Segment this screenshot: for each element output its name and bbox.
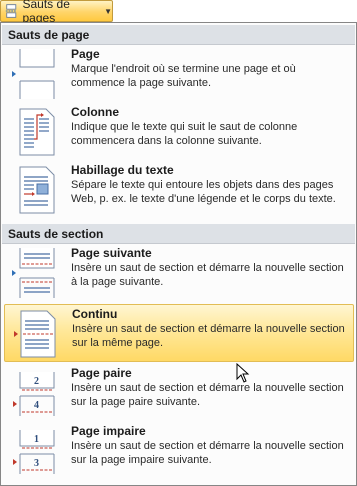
menu-item-continuous[interactable]: Continu Insère un saut de section et dém…: [4, 304, 354, 362]
odd-number-1: 1: [34, 434, 39, 445]
odd-number-3: 3: [34, 458, 39, 469]
menu-item-odd-page[interactable]: 1 3 Page impaire Insère un saut de secti…: [4, 422, 354, 480]
item-description: Insère un saut de section et démarre la …: [71, 440, 344, 466]
page-breaks-dropdown-button[interactable]: Sauts de pages ▼: [0, 0, 113, 25]
item-title: Page suivante: [71, 246, 152, 260]
even-number-4: 4: [34, 400, 39, 411]
menu-item-next-page[interactable]: Page suivante Insère un saut de section …: [4, 244, 354, 302]
odd-page-section-icon: 1 3: [13, 430, 55, 474]
item-description: Sépare le texte qui entoure les objets d…: [71, 179, 336, 205]
section-header-page-breaks: Sauts de page: [2, 25, 355, 45]
item-title: Colonne: [71, 105, 119, 119]
text-wrapping-break-icon: [19, 166, 55, 214]
menu-item-text-wrapping[interactable]: Habillage du texte Sépare le texte qui e…: [4, 161, 354, 219]
page-breaks-icon: [5, 4, 17, 18]
column-break-icon: [19, 108, 55, 156]
mouse-pointer-icon: [236, 363, 250, 383]
menu-item-page[interactable]: Page Marque l'endroit où se termine une …: [4, 45, 354, 103]
item-title: Continu: [72, 307, 118, 321]
page-breaks-menu: Sauts de page Page Marque l'endroit où s…: [0, 22, 357, 486]
item-description: Insère un saut de section et démarre la …: [71, 382, 344, 408]
menu-item-even-page[interactable]: 2 4 Page paire Insère un saut de section…: [4, 364, 354, 422]
item-title: Page: [71, 47, 100, 61]
even-page-section-icon: 2 4: [13, 372, 55, 416]
section-header-section-breaks: Sauts de section: [2, 224, 355, 244]
item-title: Page impaire: [71, 424, 146, 438]
item-description: Marque l'endroit où se termine une page …: [71, 63, 296, 89]
page-break-icon: [12, 49, 55, 99]
item-description: Insère un saut de section et démarre la …: [71, 262, 344, 288]
item-description: Indique que le texte qui suit le saut de…: [71, 121, 298, 147]
next-page-section-icon: [12, 248, 55, 298]
even-number-2: 2: [34, 376, 39, 387]
item-title: Page paire: [71, 366, 132, 380]
continuous-section-icon: [14, 310, 56, 358]
item-title: Habillage du texte: [71, 163, 174, 177]
menu-item-column[interactable]: Colonne Indique que le texte qui suit le…: [4, 103, 354, 161]
chevron-down-icon: ▼: [104, 6, 112, 16]
item-description: Insère un saut de section et démarre la …: [72, 323, 345, 349]
